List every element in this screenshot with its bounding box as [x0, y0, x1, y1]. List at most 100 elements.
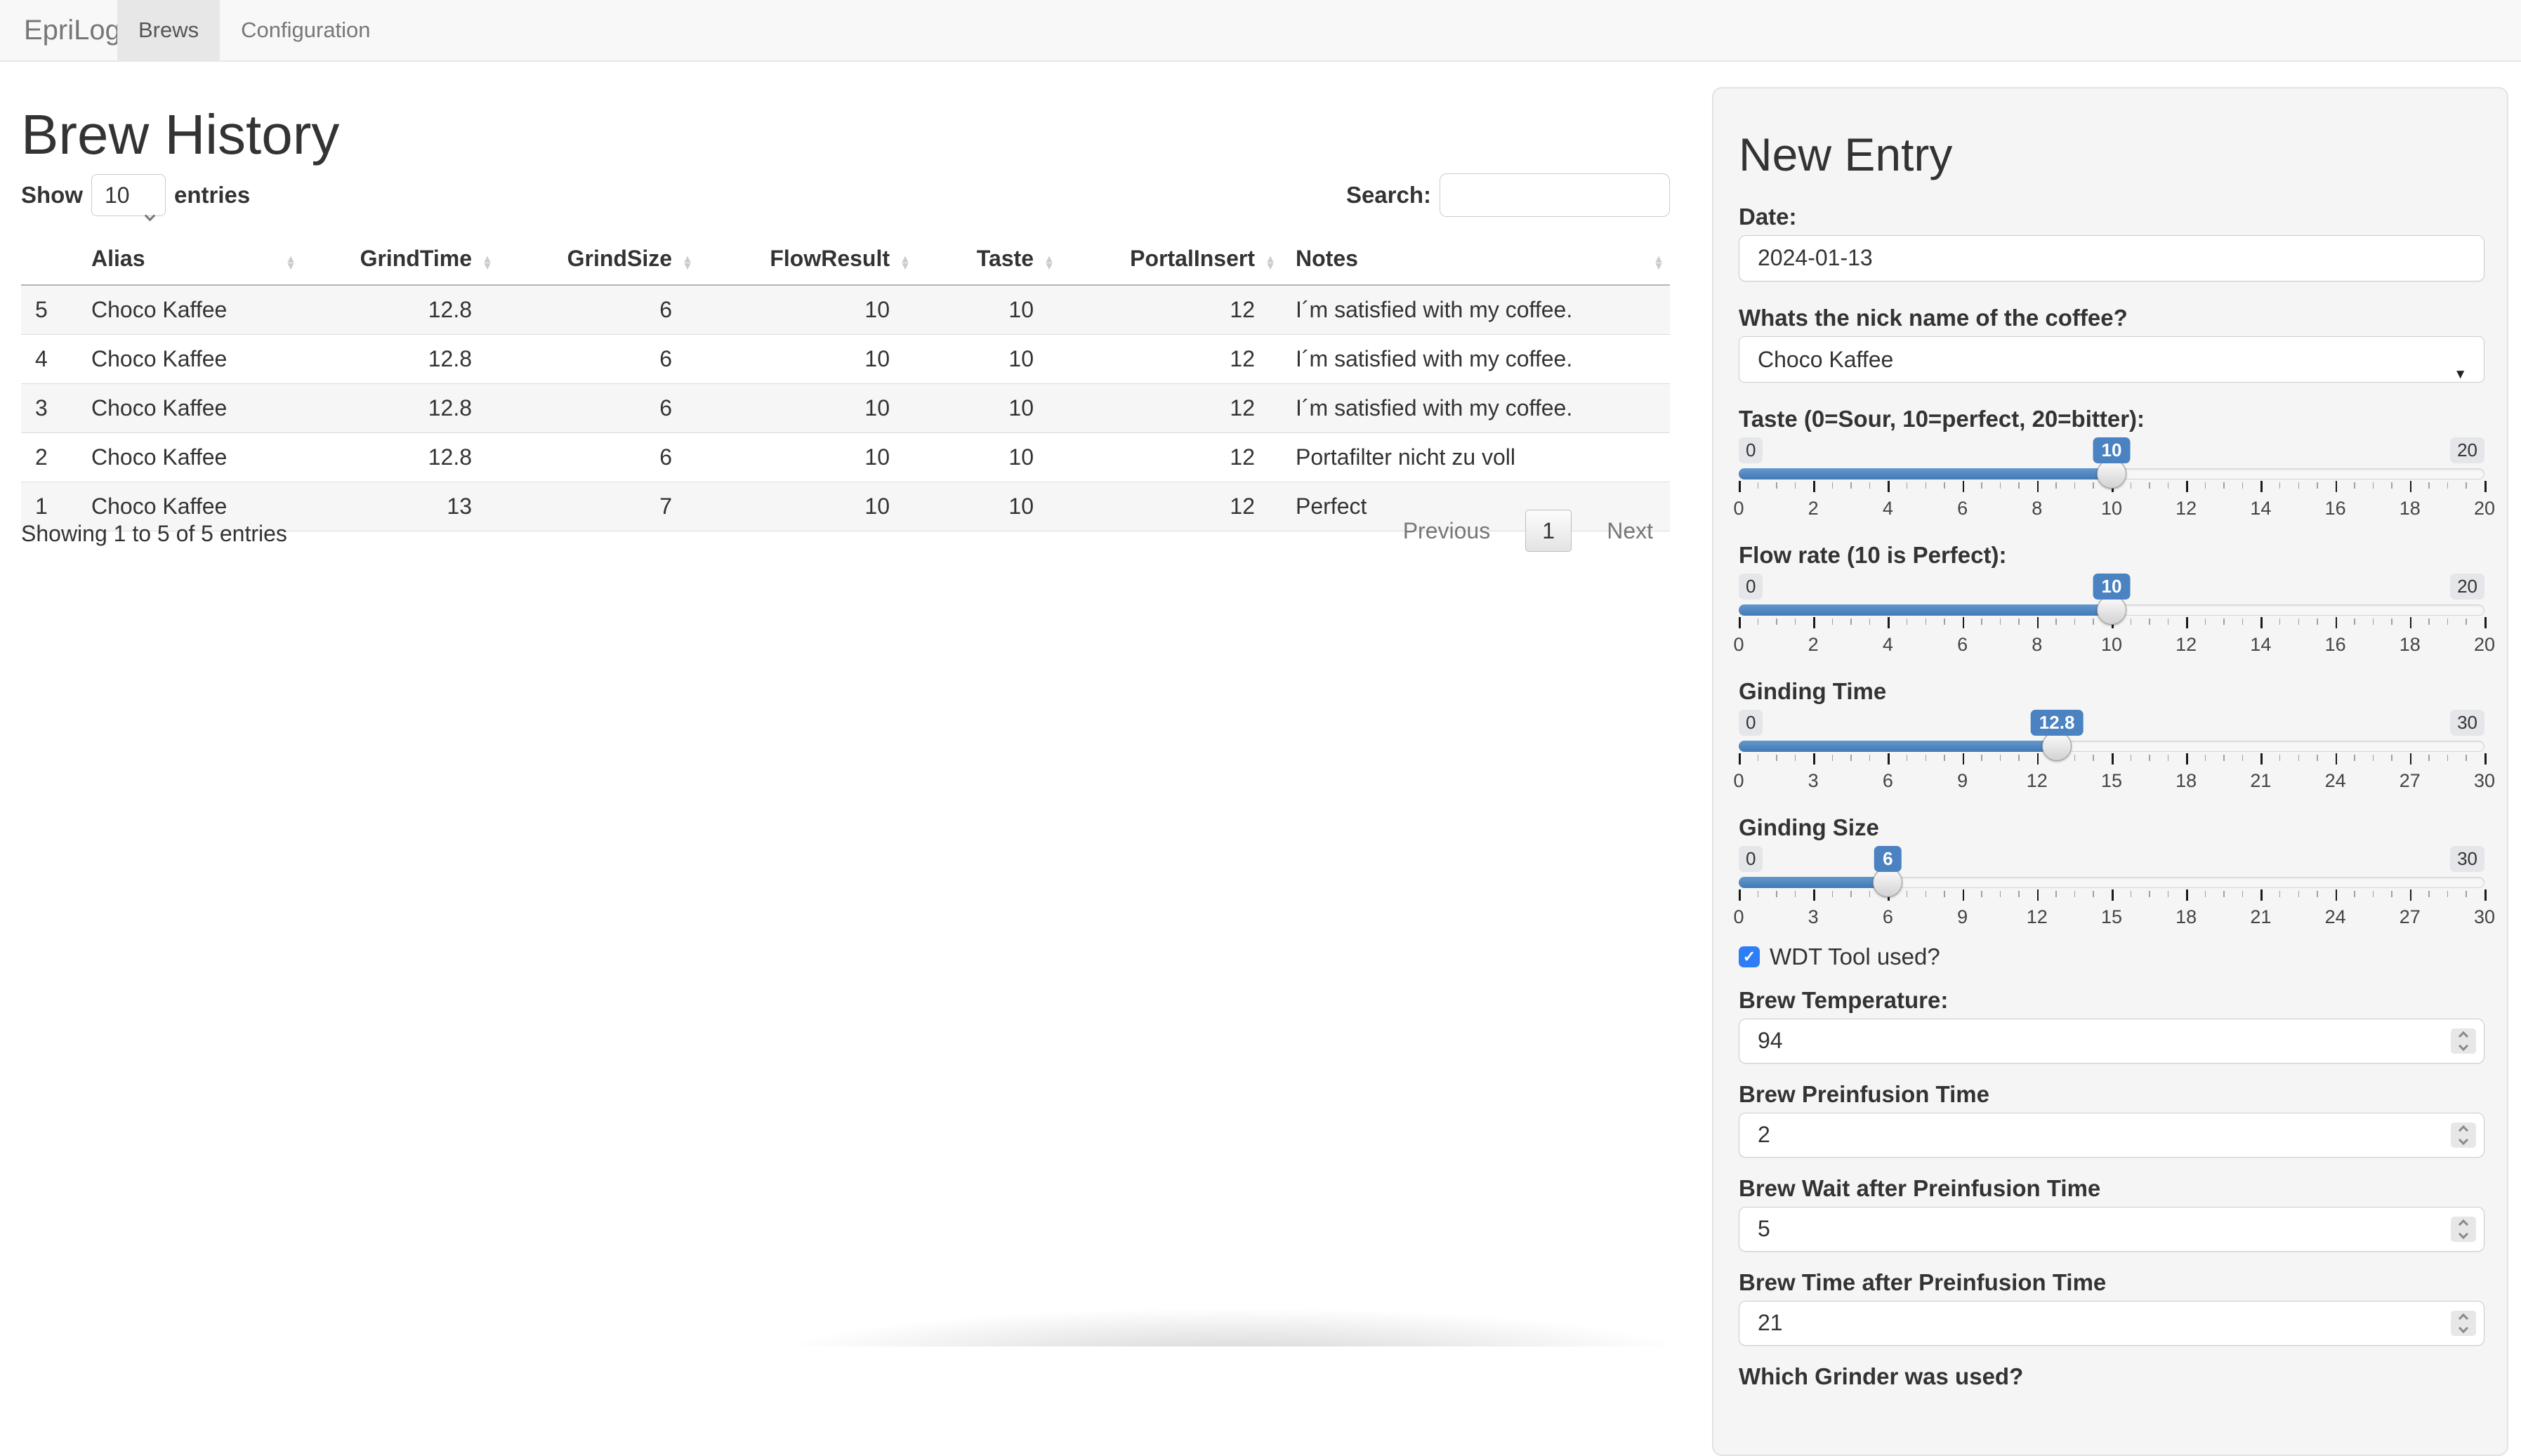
number-stepper[interactable]	[2451, 1310, 2476, 1336]
column-header-alias[interactable]: Alias ▲ ▼	[77, 236, 302, 286]
slider-value-badge: 10	[2093, 437, 2131, 463]
table-cell: 10	[916, 334, 1060, 384]
column-header-portalinsert[interactable]: PortalInsert ▲ ▼	[1060, 236, 1282, 286]
grid-tick	[2279, 618, 2281, 625]
grid-tick	[2093, 754, 2094, 761]
nav-tab-configuration[interactable]: Configuration	[220, 0, 391, 60]
grid-tick	[1999, 890, 2001, 897]
slider-handle[interactable]	[2042, 731, 2072, 761]
chevron-down-icon	[144, 192, 156, 232]
grid-tick	[2018, 618, 2020, 625]
grid-tick	[2018, 754, 2020, 761]
grid-tick	[2391, 618, 2392, 625]
date-input[interactable]	[1739, 234, 2484, 282]
grid-label: 0	[1733, 906, 1744, 927]
grid-tick	[2484, 616, 2487, 628]
grid-tick	[2335, 889, 2338, 901]
brew-preinfusion-time-input[interactable]	[1739, 1112, 2484, 1158]
brew-wait-after-preinfusion-time-label: Brew Wait after Preinfusion Time	[1739, 1174, 2101, 1201]
column-header-taste[interactable]: Taste ▲ ▼	[916, 236, 1060, 286]
table-row: 3 Choco Kaffee 12.8 6 10 10 12 I´m satisfied wi…	[21, 383, 1670, 433]
sort-desc-icon: ▼	[285, 260, 296, 273]
slider-flow-rate: 0 20 10 0 2 4 6 8 10 12 14 16 18 20	[1733, 573, 2495, 655]
grid-tick	[2167, 482, 2169, 489]
wdt-checkbox[interactable]: ✓	[1739, 946, 1760, 967]
grid-tick	[2149, 618, 2150, 625]
nav-tab-brews[interactable]: Brews	[117, 0, 220, 60]
grid-tick	[2279, 890, 2281, 897]
grinder-label: Which Grinder was used?	[1739, 1363, 2024, 1389]
grid-tick	[1925, 754, 1926, 761]
column-header-notes[interactable]: Notes ▲ ▼	[1282, 236, 1670, 286]
page-length-control: Show 10 entries	[21, 173, 250, 222]
grid-tick	[2317, 890, 2318, 897]
search-label: Search:	[1345, 182, 1431, 208]
slider-max-badge: 20	[2450, 573, 2484, 600]
previous-page-button[interactable]: Previous	[1386, 518, 1508, 544]
grid-tick	[2204, 754, 2206, 761]
grid-tick	[1739, 480, 1741, 492]
grid-tick	[2279, 482, 2281, 489]
slider-max-badge: 30	[2450, 845, 2484, 872]
slider-handle[interactable]	[2097, 595, 2126, 625]
grid-label: 4	[1882, 497, 1893, 519]
grid-tick	[1813, 480, 1815, 492]
table-cell: Choco Kaffee	[77, 334, 302, 384]
number-field	[1739, 1206, 2484, 1252]
grid-tick	[2149, 754, 2150, 761]
grid-tick	[2409, 616, 2412, 628]
number-stepper[interactable]	[2451, 1122, 2476, 1148]
grid-tick	[2466, 754, 2467, 761]
grid-tick	[2447, 890, 2449, 897]
slider-handle[interactable]	[1873, 867, 1903, 897]
page-number-button[interactable]: 1	[1525, 510, 1572, 552]
table-cell: Choco Kaffee	[77, 383, 302, 433]
grid-tick	[2354, 482, 2355, 489]
brew-wait-after-preinfusion-time-input[interactable]	[1739, 1206, 2484, 1252]
grid-tick	[2466, 890, 2467, 897]
table-controls: Show 10 entries Search:	[21, 173, 1670, 222]
sort-desc-icon: ▼	[1265, 260, 1276, 273]
chevron-up-icon	[2458, 1125, 2469, 1135]
grid-tick	[2447, 482, 2449, 489]
grid-label: 12	[2026, 769, 2048, 791]
slider-handle[interactable]	[2097, 458, 2126, 489]
sort-desc-icon: ▼	[900, 260, 911, 273]
grid-tick	[2055, 618, 2057, 625]
slider-taste: 0 20 10 0 2 4 6 8 10 12 14 16 18 20	[1733, 437, 2495, 519]
column-header-flowresult[interactable]: FlowResult ▲ ▼	[699, 236, 916, 286]
table-cell: I´m satisfied with my coffee.	[1282, 383, 1670, 433]
grid-label: 16	[2324, 633, 2346, 655]
grid-tick	[2130, 618, 2132, 625]
grid-tick	[2242, 482, 2244, 489]
grid-tick	[2372, 482, 2374, 489]
table-cell: 6	[499, 285, 699, 335]
next-page-button[interactable]: Next	[1590, 518, 1670, 544]
table-info: Showing 1 to 5 of 5 entries	[21, 521, 287, 546]
table-cell: 2	[21, 432, 77, 482]
number-stepper[interactable]	[2451, 1028, 2476, 1054]
grid-tick	[1962, 753, 1965, 765]
brew-temperature-input[interactable]	[1739, 1018, 2484, 1064]
search-input[interactable]	[1440, 173, 1670, 217]
grid-tick	[2484, 753, 2487, 765]
grid-tick	[2260, 753, 2263, 765]
grid-tick	[1794, 754, 1796, 761]
grid-tick	[2428, 754, 2430, 761]
table-cell: 10	[916, 285, 1060, 335]
column-header-grindtime[interactable]: GrindTime ▲ ▼	[302, 236, 499, 286]
number-stepper[interactable]	[2451, 1216, 2476, 1242]
column-header-grindsize[interactable]: GrindSize ▲ ▼	[499, 236, 699, 286]
column-header-index[interactable]: ▲ ▼	[21, 236, 77, 286]
grid-tick	[1869, 482, 1871, 489]
grid-tick	[2335, 616, 2338, 628]
grid-tick	[2354, 890, 2355, 897]
page-length-select[interactable]: 10	[91, 174, 166, 222]
nickname-select[interactable]: Choco Kaffee ▼	[1739, 336, 2484, 383]
slider-value-badge: 10	[2093, 573, 2131, 600]
grid-tick	[2167, 618, 2169, 625]
grid-label: 20	[2473, 497, 2496, 519]
grid-tick	[2242, 890, 2244, 897]
grid-tick	[1925, 890, 1926, 897]
brew-time-after-preinfusion-time-input[interactable]	[1739, 1300, 2484, 1346]
